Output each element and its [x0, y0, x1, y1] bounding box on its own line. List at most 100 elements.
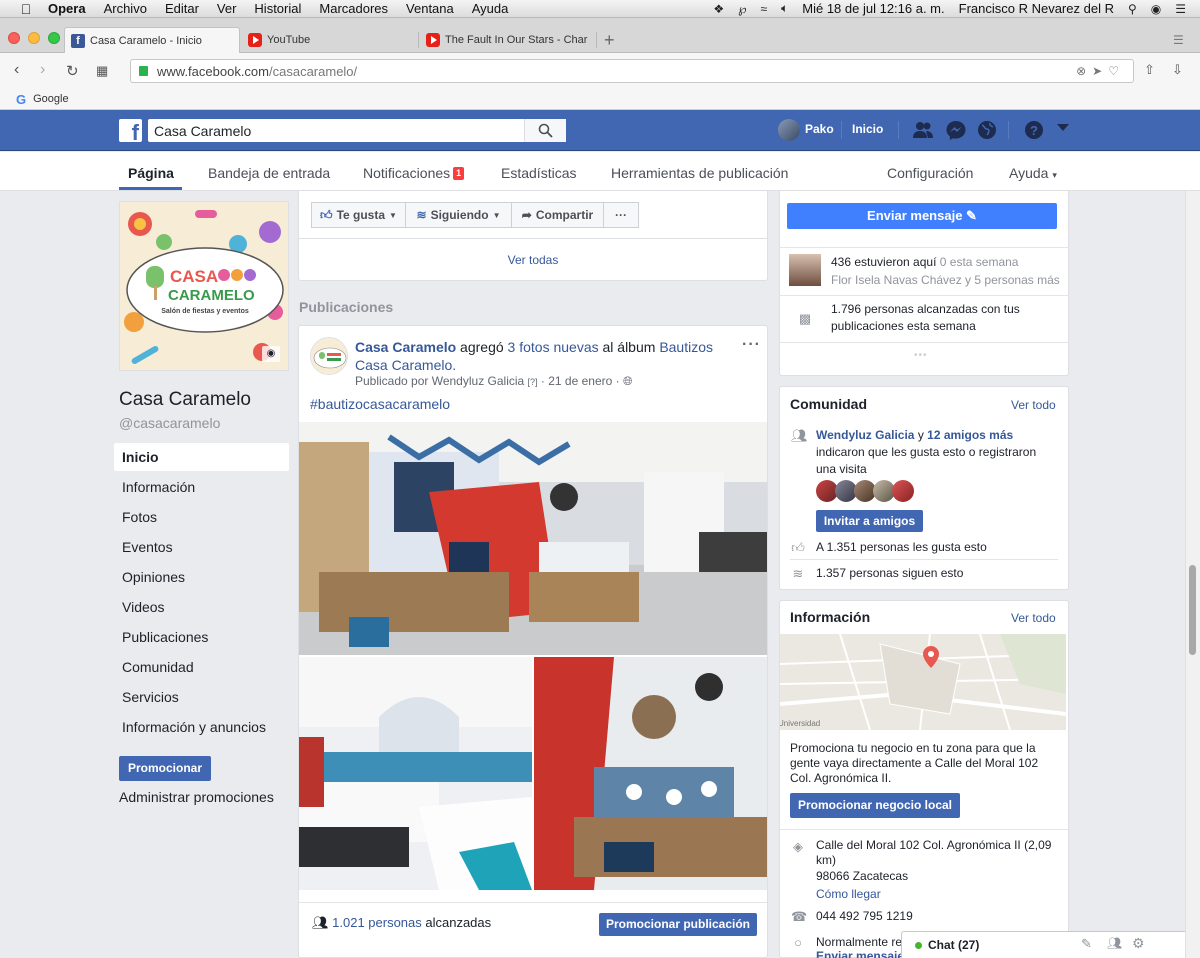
- menubar-clock[interactable]: Mié 18 de jul 12:16 a. m.: [802, 1, 944, 16]
- tab-notificaciones[interactable]: Notificaciones 1: [363, 165, 465, 181]
- messenger-icon[interactable]: [945, 120, 967, 140]
- share-icon[interactable]: ⇧: [1144, 62, 1155, 78]
- post-meta-help[interactable]: [?]: [528, 377, 538, 387]
- page-profile-picture[interactable]: CASA CARAMELO Salón de fiestas y eventos…: [119, 201, 289, 371]
- promote-button[interactable]: Promocionar: [119, 756, 211, 781]
- url-actions-icons[interactable]: ⊗➤♡: [1076, 64, 1125, 78]
- fb-search-input[interactable]: Casa Caramelo: [148, 119, 566, 142]
- speed-dial-grid-icon[interactable]: ▦: [96, 63, 108, 79]
- tab-casa-caramelo[interactable]: f Casa Caramelo - Inicio: [64, 27, 240, 53]
- reload-icon[interactable]: ↻: [66, 62, 79, 80]
- left-nav-inicio[interactable]: Inicio: [114, 443, 289, 471]
- tab-pagina[interactable]: Página: [128, 165, 174, 181]
- left-nav-publicaciones[interactable]: Publicaciones: [114, 623, 289, 651]
- friend-link[interactable]: Wendyluz Galicia: [816, 428, 914, 442]
- left-nav-informacion[interactable]: Información: [114, 473, 289, 501]
- like-button[interactable]: 👍︎ Te gusta ▼: [311, 202, 406, 228]
- more-actions-button[interactable]: ···: [603, 202, 639, 228]
- spotlight-search-icon[interactable]: ⚲: [1128, 2, 1137, 16]
- post-photos-link[interactable]: 3 fotos nuevas: [508, 339, 599, 355]
- minimize-window-button[interactable]: [28, 32, 40, 44]
- url-input[interactable]: www.facebook.com/casacaramelo/ ⊗➤♡: [130, 59, 1134, 83]
- camera-icon[interactable]: ◉: [262, 346, 280, 362]
- visitor-avatar[interactable]: [789, 254, 821, 286]
- phone-text[interactable]: 044 492 795 1219: [816, 908, 913, 925]
- left-nav-fotos[interactable]: Fotos: [114, 503, 289, 531]
- account-menu-chevron-icon[interactable]: [1057, 124, 1069, 131]
- notification-center-icon[interactable]: ☰: [1175, 2, 1186, 16]
- post-photo-tables[interactable]: [299, 657, 532, 890]
- post-hashtag[interactable]: #bautizocasacaramelo: [310, 396, 450, 412]
- post-photo-desserts[interactable]: [534, 657, 767, 890]
- directions-link[interactable]: Cómo llegar: [816, 886, 881, 903]
- help-icon[interactable]: ?: [1023, 120, 1045, 140]
- menu-marcadores[interactable]: Marcadores: [319, 1, 388, 16]
- zoom-window-button[interactable]: [48, 32, 60, 44]
- menubar-user[interactable]: Francisco R Nevarez del R: [959, 1, 1114, 16]
- info-send-message-link[interactable]: Enviar mensaje: [816, 948, 904, 958]
- tab-herramientas[interactable]: Herramientas de publicación: [611, 165, 788, 181]
- left-nav-opiniones[interactable]: Opiniones: [114, 563, 289, 591]
- community-see-all-link[interactable]: Ver todo: [1011, 398, 1056, 412]
- chat-label[interactable]: Chat (27): [928, 938, 979, 952]
- promote-post-button[interactable]: Promocionar publicación: [599, 913, 757, 936]
- friend-requests-icon[interactable]: [912, 120, 934, 140]
- forward-icon[interactable]: ›: [40, 61, 45, 79]
- friend-avatar[interactable]: [892, 480, 914, 502]
- fb-user-name[interactable]: Pako: [805, 122, 834, 136]
- tab-estadisticas[interactable]: Estadísticas: [501, 165, 576, 181]
- apple-icon[interactable]: : [16, 1, 36, 17]
- post-options-icon[interactable]: ···: [742, 336, 761, 354]
- tab-ayuda[interactable]: Ayuda ▾: [1009, 165, 1057, 181]
- post-author-link[interactable]: Casa Caramelo: [355, 339, 456, 355]
- reach-count-link[interactable]: 1.021 personas: [332, 915, 422, 930]
- download-icon[interactable]: ⇩: [1172, 62, 1183, 78]
- menu-ventana[interactable]: Ventana: [406, 1, 454, 16]
- tab-bandeja[interactable]: Bandeja de entrada: [208, 165, 330, 181]
- location-map[interactable]: Universidad: [780, 634, 1066, 730]
- invite-friends-button[interactable]: Invitar a amigos: [816, 510, 923, 532]
- more-stats-icon[interactable]: •••: [914, 350, 928, 361]
- facebook-logo-icon[interactable]: f: [119, 119, 142, 142]
- close-window-button[interactable]: [8, 32, 20, 44]
- left-nav-comunidad[interactable]: Comunidad: [114, 653, 289, 681]
- user-avatar[interactable]: [778, 119, 800, 141]
- wifi-icon[interactable]: ≈: [760, 2, 767, 16]
- tab-fault-in-our-stars[interactable]: The Fault In Our Stars - Char: [420, 27, 596, 53]
- menu-archivo[interactable]: Archivo: [104, 1, 147, 16]
- new-tab-plus-icon[interactable]: +: [604, 30, 615, 51]
- promote-local-business-button[interactable]: Promocionar negocio local: [790, 793, 960, 818]
- info-see-all-link[interactable]: Ver todo: [1011, 611, 1056, 625]
- share-button[interactable]: ➦ Compartir: [511, 202, 604, 228]
- see-all-link[interactable]: Ver todas: [298, 239, 768, 281]
- new-message-icon[interactable]: ✎: [1081, 936, 1092, 952]
- left-nav-servicios[interactable]: Servicios: [114, 683, 289, 711]
- visitors-more[interactable]: y 5 personas más: [962, 273, 1060, 287]
- create-group-icon[interactable]: 👥︎: [1107, 936, 1122, 950]
- chat-settings-gear-icon[interactable]: ⚙: [1132, 935, 1145, 952]
- fb-home-link[interactable]: Inicio: [852, 122, 883, 136]
- menu-ayuda[interactable]: Ayuda: [472, 1, 509, 16]
- post-photo-main[interactable]: [299, 422, 767, 655]
- left-nav-eventos[interactable]: Eventos: [114, 533, 289, 561]
- menu-app[interactable]: Opera: [48, 1, 86, 16]
- send-message-button[interactable]: Enviar mensaje ✎: [787, 203, 1057, 229]
- post-author-avatar[interactable]: [310, 337, 348, 375]
- post-date[interactable]: · 21 de enero ·: [541, 374, 620, 388]
- more-friends-link[interactable]: 12 amigos más: [927, 428, 1013, 442]
- following-button[interactable]: ≋ Siguiendo ▼: [405, 202, 512, 228]
- manage-promotions-link[interactable]: Administrar promociones: [119, 789, 274, 805]
- menu-historial[interactable]: Historial: [254, 1, 301, 16]
- left-nav-videos[interactable]: Videos: [114, 593, 289, 621]
- search-button[interactable]: [524, 119, 566, 142]
- siri-icon[interactable]: ◉: [1151, 2, 1161, 16]
- bookmark-google[interactable]: Google: [33, 93, 68, 105]
- volume-icon[interactable]: 🔈︎: [781, 1, 788, 16]
- dropbox-icon[interactable]: ❖: [713, 2, 724, 16]
- left-nav-info-anuncios[interactable]: Información y anuncios: [114, 713, 289, 741]
- scrollbar-thumb[interactable]: [1189, 565, 1196, 655]
- visitor-name[interactable]: Flor Isela Navas Chávez: [831, 273, 962, 287]
- menu-editar[interactable]: Editar: [165, 1, 199, 16]
- back-icon[interactable]: ‹: [14, 61, 19, 79]
- post-published-by[interactable]: Publicado por Wendyluz Galicia: [355, 374, 524, 388]
